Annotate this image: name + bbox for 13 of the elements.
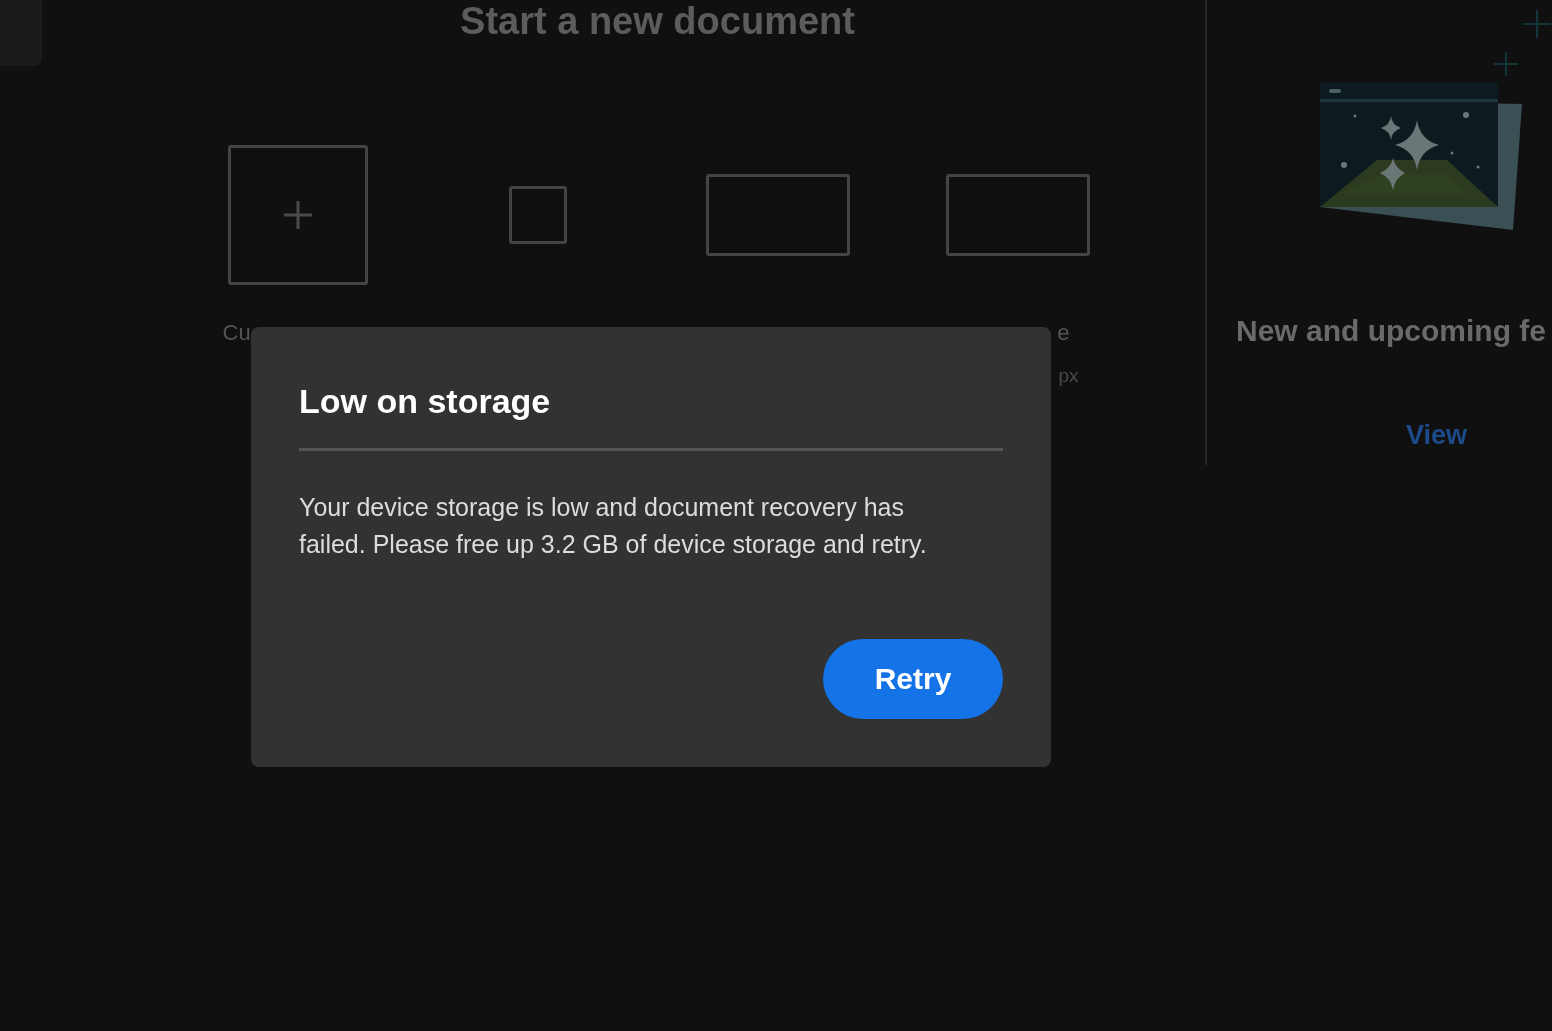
whats-new-title: New and upcoming fe <box>1236 313 1548 349</box>
document-preset[interactable] <box>508 186 567 244</box>
dialog-title: Low on storage <box>299 381 552 422</box>
document-preset[interactable] <box>945 174 1090 256</box>
preset-size: px <box>1058 364 1079 388</box>
page-heading: Start a new document <box>459 0 856 44</box>
preset-label: e <box>1057 319 1070 347</box>
document-preset[interactable] <box>705 174 850 256</box>
retry-button[interactable]: Retry <box>823 639 1003 719</box>
preset-label: Cu <box>221 319 251 347</box>
dialog-message: Your device storage is low and document recovery has failed. Please free up 3.2 GB of device storage and retry. <box>299 492 928 560</box>
plus-icon <box>282 200 313 230</box>
new-custom-preset[interactable] <box>227 145 368 285</box>
